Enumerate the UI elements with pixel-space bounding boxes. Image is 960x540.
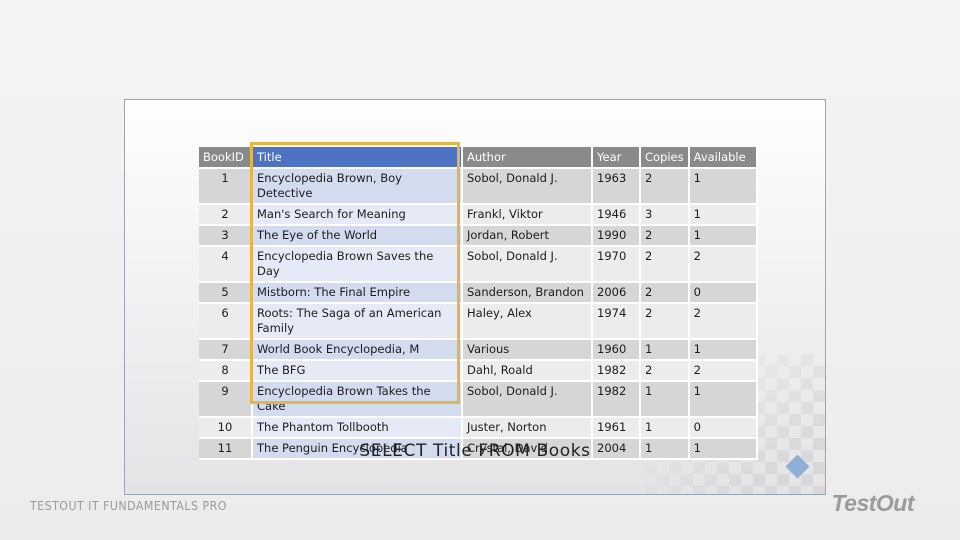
cell-bookid: 8 <box>199 360 253 382</box>
header-available: Available <box>688 147 758 169</box>
cell-available: 2 <box>688 360 758 382</box>
cell-title: World Book Encyclopedia, M <box>252 339 463 361</box>
cell-bookid: 10 <box>199 417 253 439</box>
table-row: 10 The Phantom Tollbooth Juster, Norton 196… <box>199 417 758 439</box>
cell-copies: 2 <box>640 303 690 340</box>
cell-author: Sanderson, Brandon <box>462 282 593 304</box>
cell-author: Sobol, Donald J. <box>462 246 593 283</box>
cell-bookid: 9 <box>199 381 253 418</box>
cell-copies: 2 <box>640 282 690 304</box>
table-row: 8 The BFG Dahl, Roald 1982 2 2 <box>199 360 758 382</box>
cell-title: Mistborn: The Final Empire <box>252 282 463 304</box>
sql-query: SELECT Title FROM Books <box>359 441 591 461</box>
table-row: 2 Man's Search for Meaning Frankl, Viktor 1… <box>199 204 758 226</box>
cell-copies: 1 <box>640 339 690 361</box>
cell-available: 1 <box>688 339 758 361</box>
cell-author: Haley, Alex <box>462 303 593 340</box>
cell-available: 0 <box>688 282 758 304</box>
table-row: 3 The Eye of the World Jordan, Robert 1990 2… <box>199 225 758 247</box>
cell-year: 1960 <box>592 339 641 361</box>
cell-year: 1982 <box>592 381 641 418</box>
table-row: 4 Encyclopedia Brown Saves the Day Sobol, … <box>199 246 758 283</box>
cell-copies: 2 <box>640 246 690 283</box>
cell-bookid: 2 <box>199 204 253 226</box>
cell-title: Encyclopedia Brown Saves the Day <box>252 246 463 283</box>
header-title: Title <box>252 147 463 169</box>
cell-bookid: 7 <box>199 339 253 361</box>
cell-bookid: 6 <box>199 303 253 340</box>
cell-title: Roots: The Saga of an American Family <box>252 303 463 340</box>
cell-author: Sobol, Donald J. <box>462 381 593 418</box>
cell-title: The BFG <box>252 360 463 382</box>
cell-author: Dahl, Roald <box>462 360 593 382</box>
cell-available: 1 <box>688 204 758 226</box>
cell-available: 0 <box>688 417 758 439</box>
cell-copies: 2 <box>640 168 690 205</box>
cell-available: 1 <box>688 168 758 205</box>
cell-year: 1963 <box>592 168 641 205</box>
header-author: Author <box>462 147 593 169</box>
table-row: 9 Encyclopedia Brown Takes the Cake Sobol,… <box>199 381 758 418</box>
cell-available: 1 <box>688 225 758 247</box>
cell-available: 1 <box>688 381 758 418</box>
cell-copies: 2 <box>640 225 690 247</box>
testout-logo: TestOut <box>831 490 914 516</box>
cell-available: 2 <box>688 246 758 283</box>
table-header-row: BookID Title Author Year Copies Availabl… <box>199 147 758 169</box>
cell-copies: 2 <box>640 360 690 382</box>
header-copies: Copies <box>640 147 690 169</box>
cell-title: Encyclopedia Brown Takes the Cake <box>252 381 463 418</box>
course-name: TESTOUT IT FUNDAMENTALS PRO <box>30 499 227 513</box>
cell-author: Frankl, Viktor <box>462 204 593 226</box>
header-year: Year <box>592 147 641 169</box>
cell-author: Juster, Norton <box>462 417 593 439</box>
books-table: BookID Title Author Year Copies Availabl… <box>199 147 758 460</box>
header-bookid: BookID <box>199 147 253 169</box>
table-row: 5 Mistborn: The Final Empire Sanderson, Br… <box>199 282 758 304</box>
cell-bookid: 3 <box>199 225 253 247</box>
cell-title: The Phantom Tollbooth <box>252 417 463 439</box>
cell-year: 1974 <box>592 303 641 340</box>
cell-copies: 3 <box>640 204 690 226</box>
cell-year: 2006 <box>592 282 641 304</box>
cell-year: 1982 <box>592 360 641 382</box>
cell-available: 2 <box>688 303 758 340</box>
cell-year: 1946 <box>592 204 641 226</box>
cell-author: Various <box>462 339 593 361</box>
slide-panel: BookID Title Author Year Copies Availabl… <box>124 99 826 495</box>
cell-copies: 1 <box>640 417 690 439</box>
cell-author: Jordan, Robert <box>462 225 593 247</box>
cell-bookid: 5 <box>199 282 253 304</box>
table-body: 1 Encyclopedia Brown, Boy Detective Sobol,… <box>199 168 758 460</box>
cell-copies: 1 <box>640 381 690 418</box>
cell-bookid: 4 <box>199 246 253 283</box>
cell-title: Man's Search for Meaning <box>252 204 463 226</box>
table-row: 7 World Book Encyclopedia, M Various 1960 1 1 <box>199 339 758 361</box>
cell-author: Sobol, Donald J. <box>462 168 593 205</box>
cell-title: The Eye of the World <box>252 225 463 247</box>
cell-year: 1961 <box>592 417 641 439</box>
cell-bookid: 1 <box>199 168 253 205</box>
cell-year: 1970 <box>592 246 641 283</box>
table-row: 1 Encyclopedia Brown, Boy Detective Sobol,… <box>199 168 758 205</box>
cell-title: Encyclopedia Brown, Boy Detective <box>252 168 463 205</box>
table-row: 6 Roots: The Saga of an American Family Ha… <box>199 303 758 340</box>
cell-year: 1990 <box>592 225 641 247</box>
